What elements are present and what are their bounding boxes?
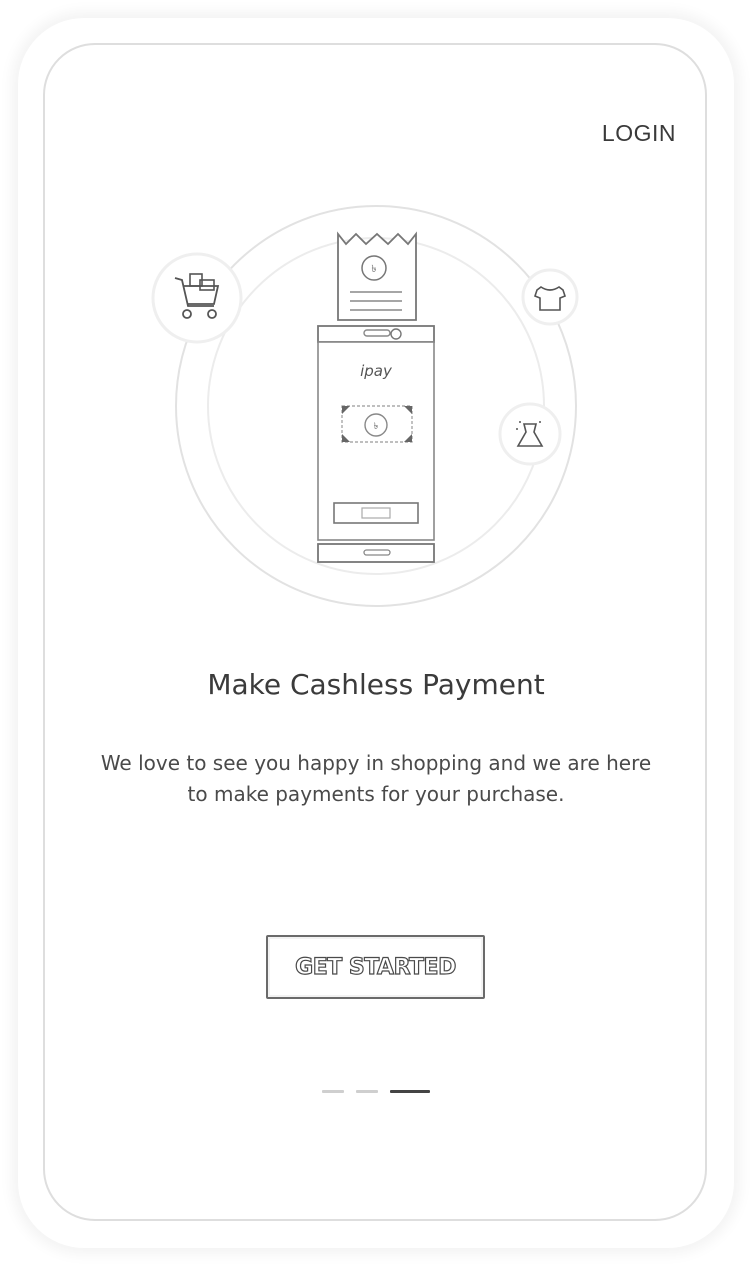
login-link[interactable]: LOGIN [602, 120, 676, 147]
page-indicator-dot-2[interactable] [356, 1090, 378, 1093]
page-indicator-dot-1[interactable] [322, 1090, 344, 1093]
svg-text:৳: ৳ [372, 264, 377, 275]
phone-graphic: ipay ৳ [317, 325, 435, 563]
page-indicator-dot-3-active[interactable] [390, 1090, 430, 1093]
onboarding-title: Make Cashless Payment [207, 668, 545, 701]
get-started-label: GET STARTED [295, 954, 457, 980]
ipay-logo: ipay [360, 362, 393, 380]
get-started-button[interactable]: GET STARTED [266, 935, 485, 999]
cart-icon [151, 252, 243, 344]
receipt-graphic: ৳ [337, 231, 417, 321]
page-indicator [0, 1090, 752, 1093]
onboarding-description: We love to see you happy in shopping and… [100, 751, 652, 806]
svg-text:৳: ৳ [374, 422, 379, 432]
shirt-icon [521, 268, 579, 326]
payment-illustration: ৳ ipay ৳ [151, 205, 579, 607]
dress-icon [498, 402, 562, 466]
